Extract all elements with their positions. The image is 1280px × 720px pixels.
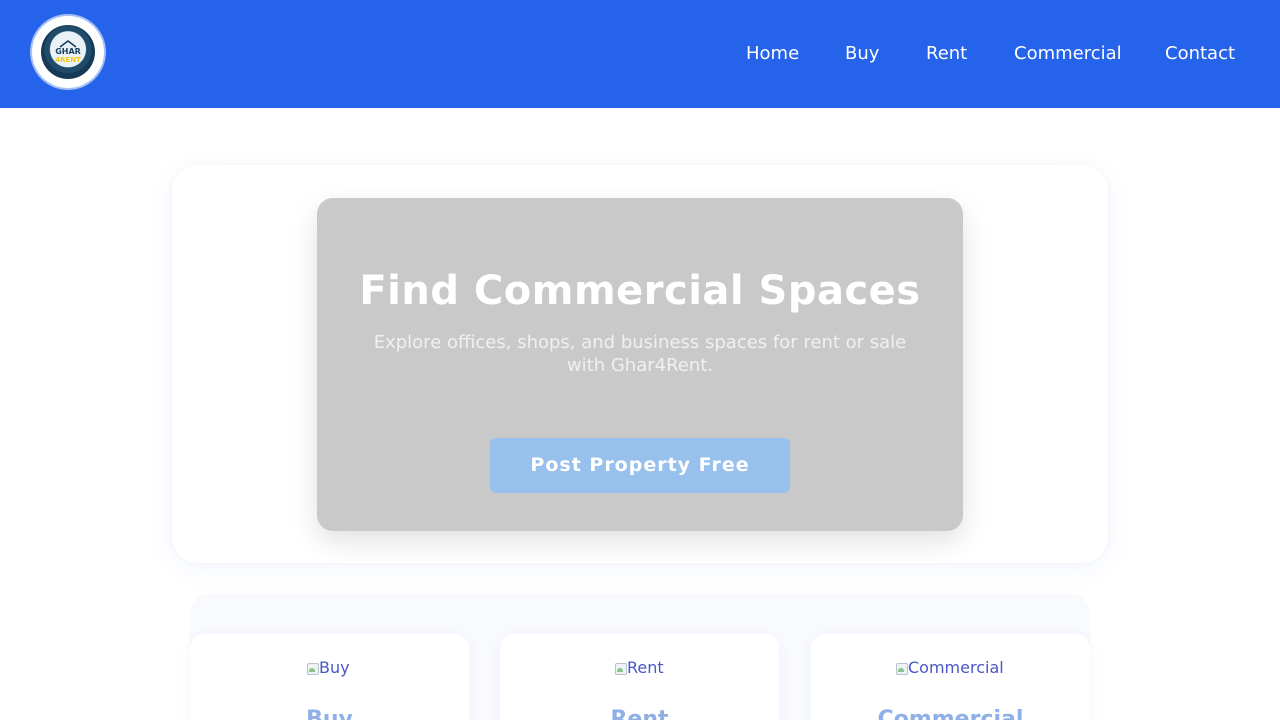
category-card-commercial[interactable]: Commercial Commercial: [811, 634, 1090, 720]
category-title-buy: Buy: [306, 707, 353, 720]
category-image-buy: Buy: [306, 658, 350, 678]
category-card-buy[interactable]: Buy Buy: [190, 634, 469, 720]
nav-home[interactable]: Home: [746, 43, 799, 65]
category-image-alt: Commercial: [908, 658, 1004, 677]
broken-image-icon: [306, 661, 319, 675]
category-image-commercial: Commercial: [895, 658, 1005, 678]
category-image-rent: Rent: [614, 658, 664, 678]
category-image-alt: Rent: [627, 658, 664, 677]
category-card-rent[interactable]: Rent Rent: [500, 634, 779, 720]
broken-image-icon: [895, 661, 908, 675]
nav-commercial[interactable]: Commercial: [1014, 43, 1122, 65]
category-image-alt: Buy: [319, 658, 350, 677]
category-title-commercial: Commercial: [877, 707, 1024, 720]
hero-title: Find Commercial Spaces: [359, 268, 921, 314]
hero-subtitle: Explore offices, shops, and business spa…: [373, 332, 907, 376]
site-header: GHAR 4RENT Home Buy Rent Commercial Cont…: [0, 0, 1280, 108]
hero-banner: Find Commercial Spaces Explore offices, …: [317, 198, 963, 531]
nav-contact[interactable]: Contact: [1165, 43, 1235, 65]
post-property-button[interactable]: Post Property Free: [490, 438, 790, 493]
site-logo[interactable]: GHAR 4RENT: [32, 16, 104, 88]
nav-rent[interactable]: Rent: [926, 43, 967, 65]
logo-text-secondary: 4RENT: [55, 56, 81, 64]
nav-buy[interactable]: Buy: [845, 43, 879, 65]
category-title-rent: Rent: [610, 707, 669, 720]
broken-image-icon: [614, 661, 627, 675]
logo-text-primary: GHAR: [55, 47, 81, 56]
